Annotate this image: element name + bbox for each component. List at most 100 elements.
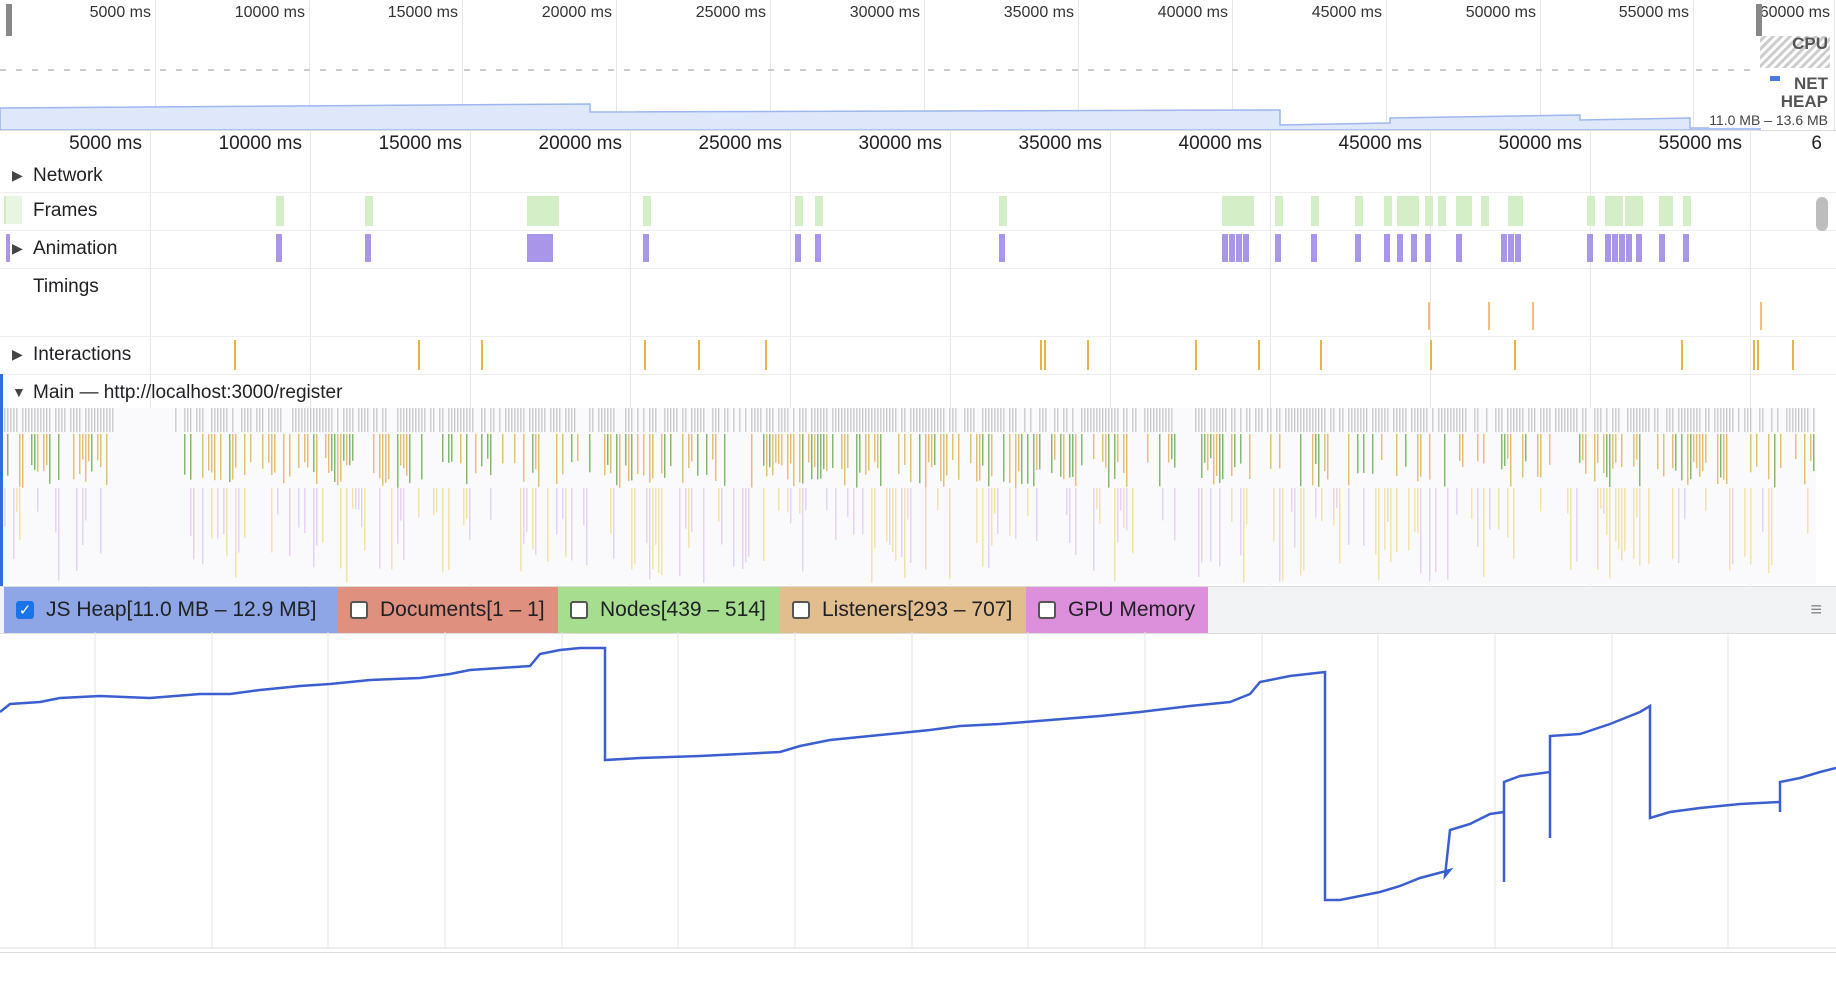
call-block[interactable] [235,434,237,468]
task-block[interactable] [673,408,675,432]
task-block[interactable] [868,408,870,432]
task-block[interactable] [538,408,540,432]
call-block[interactable] [1201,434,1203,479]
call-block[interactable] [1417,488,1419,533]
task-block[interactable] [481,408,483,432]
call-block[interactable] [1066,488,1068,516]
call-block[interactable] [100,434,102,468]
frames-track[interactable]: Frames [0,192,1836,231]
call-block[interactable] [1729,488,1731,571]
task-block[interactable] [1576,408,1578,432]
task-block[interactable] [1201,408,1203,432]
call-block[interactable] [1567,488,1569,514]
counter-toggle[interactable]: Listeners[293 – 707] [780,587,1026,633]
task-block[interactable] [1639,408,1641,432]
task-block[interactable] [676,408,678,432]
task-block[interactable] [1225,408,1227,432]
call-block[interactable] [766,434,768,477]
task-block[interactable] [1795,408,1797,432]
task-block[interactable] [322,408,324,432]
task-block[interactable] [1696,408,1698,432]
interactions-track[interactable]: ▶ Interactions [0,336,1836,375]
call-block[interactable] [1333,488,1335,526]
task-block[interactable] [1672,408,1674,432]
call-block[interactable] [886,488,888,542]
call-block[interactable] [904,434,906,465]
task-block[interactable] [733,408,735,432]
call-block[interactable] [1483,488,1485,578]
call-block[interactable] [889,488,891,546]
task-block[interactable] [994,408,996,432]
call-block[interactable] [1021,434,1023,485]
task-block[interactable] [1522,408,1524,432]
task-block[interactable] [631,408,633,432]
task-block[interactable] [556,408,558,432]
call-block[interactable] [343,434,345,461]
call-block[interactable] [193,488,195,560]
call-block[interactable] [403,434,405,469]
task-block[interactable] [1195,408,1197,432]
call-block[interactable] [82,488,84,546]
task-block[interactable] [367,408,369,432]
task-block[interactable] [1024,408,1026,432]
task-block[interactable] [781,408,783,432]
task-block[interactable] [466,408,468,432]
call-block[interactable] [1231,434,1233,477]
call-block[interactable] [1687,434,1689,485]
task-block[interactable] [373,408,375,432]
call-block[interactable] [976,488,978,544]
call-block[interactable] [847,434,849,468]
call-block[interactable] [1240,434,1242,464]
call-block[interactable] [841,434,843,470]
call-block[interactable] [1069,488,1071,543]
task-block[interactable] [1072,408,1074,432]
animation-mark[interactable] [1243,234,1249,262]
call-block[interactable] [1168,434,1170,463]
call-block[interactable] [787,488,789,513]
call-block[interactable] [1126,488,1128,531]
task-block[interactable] [793,408,795,432]
collapse-triangle-icon[interactable]: ▼ [12,384,26,400]
task-block[interactable] [1762,408,1764,432]
call-block[interactable] [307,434,309,468]
task-block[interactable] [79,408,81,432]
task-block[interactable] [1045,408,1047,432]
task-block[interactable] [421,408,423,432]
call-block[interactable] [1162,488,1164,521]
task-block[interactable] [514,408,516,432]
call-block[interactable] [1213,434,1215,485]
task-block[interactable] [1690,408,1692,432]
call-block[interactable] [190,488,192,537]
task-block[interactable] [223,408,225,432]
task-block[interactable] [1462,408,1464,432]
call-block[interactable] [1294,488,1296,548]
frame-mark[interactable] [1425,196,1433,226]
task-block[interactable] [1135,408,1137,432]
task-block[interactable] [1258,408,1260,432]
task-block[interactable] [649,408,651,432]
call-block[interactable] [1507,434,1509,459]
task-block[interactable] [1426,408,1428,432]
call-block[interactable] [1348,434,1350,486]
animation-mark[interactable] [1508,234,1514,262]
call-block[interactable] [1771,488,1773,565]
task-block[interactable] [1324,408,1326,432]
task-block[interactable] [406,408,408,432]
call-block[interactable] [952,434,954,461]
call-block[interactable] [982,434,984,466]
task-block[interactable] [1144,408,1146,432]
task-block[interactable] [1792,408,1794,432]
memory-counter-graph[interactable] [0,632,1836,952]
task-block[interactable] [1360,408,1362,432]
task-block[interactable] [469,408,471,432]
task-block[interactable] [1381,408,1383,432]
task-block[interactable] [940,408,942,432]
call-block[interactable] [787,434,789,480]
call-block[interactable] [100,488,102,554]
call-block[interactable] [409,434,411,484]
task-block[interactable] [1108,408,1110,432]
task-block[interactable] [964,408,966,432]
call-block[interactable] [442,488,444,573]
task-block[interactable] [1546,408,1548,432]
task-block[interactable] [802,408,804,432]
